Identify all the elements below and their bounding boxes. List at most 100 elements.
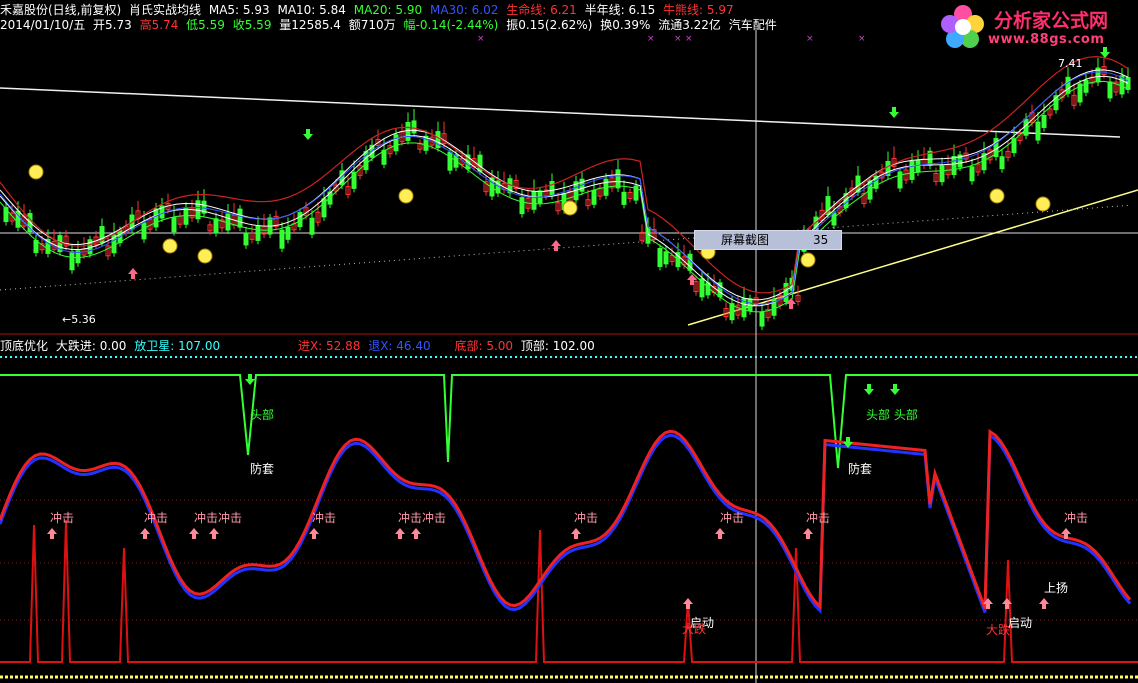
head-arrow-icon	[890, 384, 900, 395]
signal-toubu-double: 头部 头部	[866, 408, 918, 422]
candle-body	[285, 226, 291, 240]
candle-body	[1083, 79, 1089, 93]
turnover-label: 换0.39%	[600, 18, 651, 32]
candle-body	[405, 121, 411, 141]
signal-chongji: 冲击	[1064, 511, 1089, 525]
smiley-icon	[28, 164, 44, 180]
signal-chongji: 冲击	[50, 511, 75, 525]
candle-body	[729, 303, 735, 321]
candle-body	[663, 251, 669, 265]
oscillator-blue-line	[0, 432, 1132, 615]
buy-arrow-icon	[551, 240, 561, 251]
top-value: 顶部: 102.00	[520, 339, 595, 353]
top-signal-line	[0, 374, 1138, 469]
candle-body	[255, 225, 261, 241]
candle-body	[1065, 76, 1071, 94]
candle-body	[309, 217, 315, 235]
smiley-icon	[1035, 196, 1051, 212]
candle-body	[531, 190, 537, 210]
candle-body	[141, 222, 147, 240]
chart-title-row: 禾嘉股份(日线,前复权) 肖氏实战均线 MA5: 5.93 MA10: 5.84…	[0, 3, 738, 17]
candle-body	[909, 160, 915, 180]
impact-arrow-icon	[571, 528, 581, 539]
candle-body	[243, 232, 249, 246]
big-drop-buy-value: 大跌进: 0.00	[55, 339, 127, 353]
out-x-value: 退X: 46.40	[368, 339, 431, 353]
x-mark-icon: ×	[674, 34, 682, 44]
smiley-icon	[162, 238, 178, 254]
smiley-icon	[989, 188, 1005, 204]
screenshot-tooltip: 屏幕截图 35	[694, 230, 842, 250]
flower-logo-icon	[941, 5, 984, 48]
candle-body	[237, 208, 243, 228]
sell-arrow-icon	[303, 129, 313, 140]
smiley-icon	[197, 248, 213, 264]
candle-body	[447, 151, 453, 171]
bottom-signal-line	[0, 519, 1138, 663]
x-mark-icon: ×	[858, 34, 866, 44]
site-logo[interactable]: 分析家公式网 www.88gs.com	[938, 2, 1134, 52]
smiley-icon	[562, 200, 578, 216]
ma30-value: MA30: 6.02	[429, 3, 499, 17]
logo-title: 分析家公式网	[994, 10, 1109, 32]
x-mark-icon: ×	[647, 34, 655, 44]
head-arrow-icon	[245, 374, 255, 385]
oscillator-red-line	[0, 428, 1132, 611]
tooltip-value: 35	[813, 233, 829, 247]
smiley-icon	[398, 188, 414, 204]
impact-arrow-icon	[309, 528, 319, 539]
candle-body	[915, 159, 921, 173]
resistance-trendline	[0, 87, 1121, 138]
candle-body	[171, 217, 177, 233]
candle-body	[999, 156, 1005, 170]
impact-arrow-icon	[803, 528, 813, 539]
candle-body	[1125, 76, 1131, 90]
head-arrow-icon	[864, 384, 874, 395]
ma5-value: MA5: 5.93	[208, 3, 270, 17]
signal-dadie: 大跌	[682, 622, 707, 636]
candle-body	[591, 189, 597, 205]
signal-dadie: 大跌	[986, 623, 1011, 637]
candle-body	[225, 213, 231, 231]
close-label: 收5.59	[232, 18, 272, 32]
impact-arrow-icon	[47, 528, 57, 539]
low-label: 低5.59	[186, 18, 225, 32]
bottom-value: 底部: 5.00	[454, 339, 514, 353]
indicator-title: 顶底优化	[0, 339, 49, 353]
candle-body	[939, 165, 945, 183]
x-mark-icon: ×	[806, 34, 814, 44]
signal-chongji: 冲击	[806, 511, 831, 525]
high-label: 高5.74	[139, 18, 179, 32]
signal-chongji: 冲击	[720, 511, 745, 525]
candle-body	[621, 191, 627, 205]
stock-name: 禾嘉股份(日线,前复权)	[0, 3, 122, 17]
high-price-label: 7.41	[1058, 57, 1083, 70]
candle-body	[519, 197, 525, 215]
impact-arrow-icon	[715, 528, 725, 539]
candle-body	[1035, 121, 1041, 141]
bullbear-line-value: 牛熊线: 5.97	[663, 3, 734, 17]
signal-fangtao: 防套	[848, 462, 873, 476]
logo-url[interactable]: www.88gs.com	[988, 32, 1104, 47]
date-label: 2014/01/10/五	[0, 18, 86, 32]
signal-qidong: 启动	[1008, 616, 1033, 630]
ma20-value: MA20: 5.90	[353, 3, 423, 17]
candle-body	[393, 134, 399, 152]
open-label: 开5.73	[93, 18, 132, 32]
impact-arrow-icon	[411, 528, 421, 539]
impact-arrow-icon	[140, 528, 150, 539]
buy-arrow-icon	[128, 268, 138, 279]
satellite-value: 放卫星: 107.00	[134, 339, 221, 353]
signal-toubu: 头部	[250, 408, 275, 422]
candle-body	[213, 218, 219, 234]
impact-arrow-icon	[395, 528, 405, 539]
signal-chongji-double: 冲击冲击	[398, 511, 447, 525]
candle-body	[1041, 114, 1047, 128]
ma10-value: MA10: 5.84	[277, 3, 346, 17]
signal-fangtao: 防套	[250, 462, 275, 476]
impact-arrow-icon	[1039, 598, 1049, 609]
signal-chongji: 冲击	[312, 511, 337, 525]
indicator-name: 肖氏实战均线	[129, 3, 202, 17]
candle-body	[279, 229, 285, 249]
candle-body	[897, 171, 903, 189]
